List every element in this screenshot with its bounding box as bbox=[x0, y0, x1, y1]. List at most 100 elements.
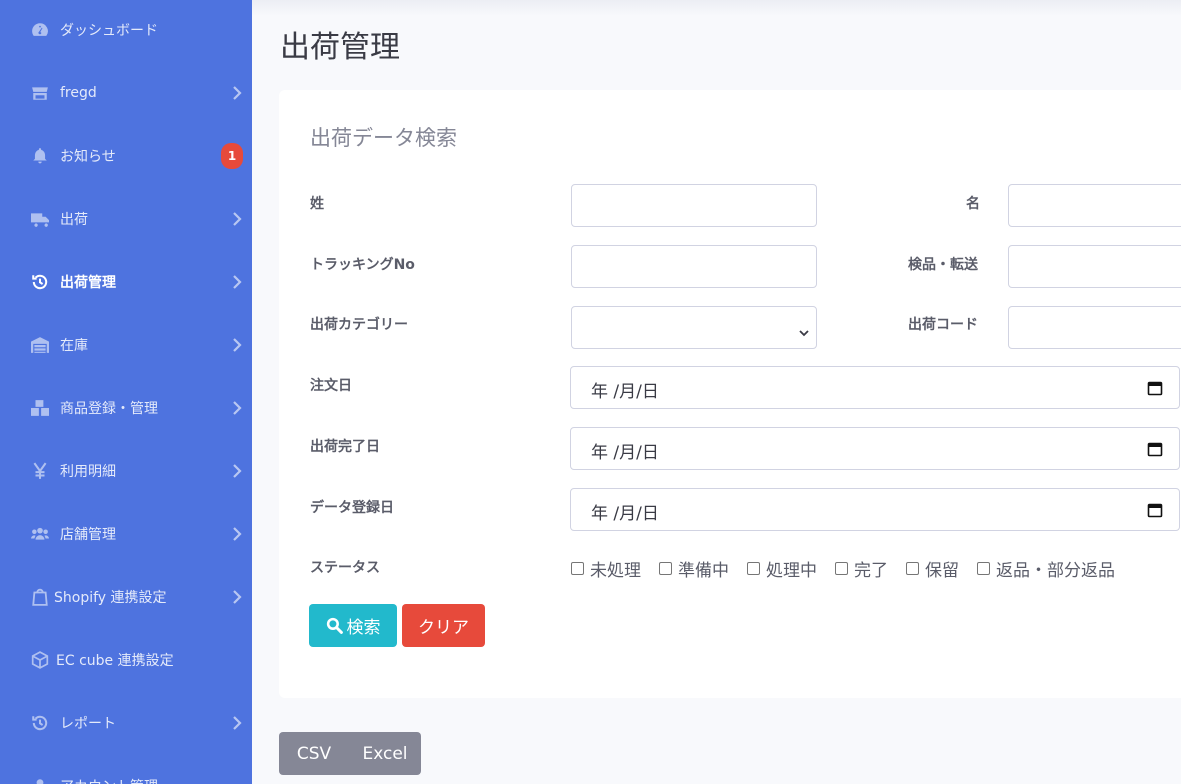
sidebar-item-inventory[interactable]: 在庫 bbox=[0, 325, 252, 365]
search-button-label: 検索 bbox=[346, 618, 381, 638]
calendar-icon[interactable] bbox=[1147, 380, 1163, 396]
sidebar-item-stores[interactable]: 店舗管理 bbox=[0, 514, 252, 554]
status-checkboxes: 未処理 準備中 処理中 完了 保留 返品・部分返品 bbox=[571, 556, 1133, 581]
chevron-right-icon bbox=[232, 275, 242, 289]
chevron-right-icon bbox=[232, 338, 242, 352]
status-option-label: 処理中 bbox=[766, 561, 817, 581]
users-icon bbox=[31, 525, 49, 543]
calendar-icon[interactable] bbox=[1147, 441, 1163, 457]
last-name-input[interactable] bbox=[571, 184, 817, 227]
clear-button[interactable]: クリア bbox=[402, 604, 485, 647]
status-checkbox[interactable]: 準備中 bbox=[659, 556, 729, 581]
search-icon bbox=[326, 617, 343, 634]
sidebar-item-label: 出荷 bbox=[60, 212, 88, 228]
bell-icon bbox=[31, 147, 49, 165]
chevron-right-icon bbox=[232, 716, 242, 730]
register-date-label: データ登録日 bbox=[310, 500, 394, 516]
sidebar-item-label: 在庫 bbox=[60, 338, 88, 354]
sidebar-item-label: 商品登録・管理 bbox=[60, 401, 158, 417]
checkbox[interactable] bbox=[659, 562, 672, 575]
sidebar-item-shipping-management[interactable]: 出荷管理 bbox=[0, 262, 252, 302]
first-name-input[interactable] bbox=[1008, 184, 1181, 227]
sidebar-item-notices[interactable]: お知らせ 1 bbox=[0, 136, 252, 176]
history-icon bbox=[31, 273, 49, 291]
sidebar-item-label: 出荷管理 bbox=[60, 275, 116, 291]
status-option-label: 返品・部分返品 bbox=[996, 561, 1115, 581]
yen-icon bbox=[31, 462, 49, 480]
status-checkbox[interactable]: 返品・部分返品 bbox=[977, 556, 1115, 581]
dashboard-icon bbox=[31, 21, 49, 39]
sidebar-item-account[interactable]: アカウント管理 bbox=[0, 766, 252, 784]
page-title: 出荷管理 bbox=[280, 30, 400, 65]
inspect-label: 検品・転送 bbox=[908, 257, 978, 273]
checkbox[interactable] bbox=[747, 562, 760, 575]
first-name-label: 名 bbox=[966, 196, 980, 212]
sidebar-item-shopify[interactable]: Shopify 連携設定 bbox=[0, 577, 252, 617]
status-checkbox[interactable]: 保留 bbox=[906, 556, 959, 581]
warehouse-icon bbox=[31, 336, 49, 354]
ship-done-date-label: 出荷完了日 bbox=[310, 439, 380, 455]
inspect-input[interactable] bbox=[1008, 245, 1181, 288]
sidebar-item-report[interactable]: レポート bbox=[0, 703, 252, 743]
checkbox[interactable] bbox=[906, 562, 919, 575]
sidebar-item-dashboard[interactable]: ダッシュボード bbox=[0, 10, 252, 50]
card-title: 出荷データ検索 bbox=[310, 126, 457, 150]
status-option-label: 未処理 bbox=[590, 561, 641, 581]
status-option-label: 保留 bbox=[925, 561, 959, 581]
topbar-shadow bbox=[252, 0, 1181, 16]
checkbox[interactable] bbox=[977, 562, 990, 575]
sidebar-item-label: EC cube 連携設定 bbox=[56, 653, 174, 669]
ship-code-input[interactable] bbox=[1008, 306, 1181, 349]
sidebar-item-label: ダッシュボード bbox=[60, 23, 158, 39]
ship-done-date-input[interactable]: 年 /月/日 bbox=[570, 427, 1180, 470]
chevron-right-icon bbox=[232, 527, 242, 541]
last-name-label: 姓 bbox=[310, 196, 324, 212]
calendar-icon[interactable] bbox=[1147, 502, 1163, 518]
sidebar-item-shipping[interactable]: 出荷 bbox=[0, 199, 252, 239]
status-checkbox[interactable]: 未処理 bbox=[571, 556, 641, 581]
sidebar-item-billing[interactable]: 利用明細 bbox=[0, 451, 252, 491]
csv-export-button[interactable]: CSV bbox=[279, 732, 349, 775]
chevron-right-icon bbox=[232, 464, 242, 478]
status-option-label: 完了 bbox=[854, 561, 888, 581]
user-icon bbox=[31, 777, 49, 784]
category-label: 出荷カテゴリー bbox=[310, 317, 408, 333]
order-date-input[interactable]: 年 /月/日 bbox=[570, 366, 1180, 409]
tracking-input[interactable] bbox=[571, 245, 817, 288]
sidebar-item-fregd[interactable]: fregd bbox=[0, 73, 252, 113]
date-placeholder: 年 /月/日 bbox=[591, 443, 659, 463]
date-placeholder: 年 /月/日 bbox=[591, 504, 659, 524]
sidebar-item-label: お知らせ bbox=[60, 149, 116, 165]
sidebar-item-label: アカウント管理 bbox=[60, 776, 158, 784]
date-placeholder: 年 /月/日 bbox=[591, 382, 659, 402]
chevron-right-icon bbox=[232, 212, 242, 226]
boxes-icon bbox=[31, 399, 49, 417]
excel-export-button[interactable]: Excel bbox=[349, 732, 421, 775]
sidebar-item-label: レポート bbox=[60, 716, 116, 732]
sidebar-item-label: 利用明細 bbox=[60, 464, 116, 480]
truck-icon bbox=[31, 210, 49, 228]
order-date-label: 注文日 bbox=[310, 378, 352, 394]
tracking-label: トラッキングNo bbox=[310, 257, 415, 273]
sidebar-item-label: fregd bbox=[60, 85, 97, 101]
status-checkbox[interactable]: 処理中 bbox=[747, 556, 817, 581]
status-checkbox[interactable]: 完了 bbox=[835, 556, 888, 581]
chevron-right-icon bbox=[232, 590, 242, 604]
sidebar-item-label: Shopify 連携設定 bbox=[54, 590, 167, 606]
store-icon bbox=[31, 84, 49, 102]
sidebar-item-products[interactable]: 商品登録・管理 bbox=[0, 388, 252, 428]
register-date-input[interactable]: 年 /月/日 bbox=[570, 488, 1180, 531]
search-card: 出荷データ検索 姓 名 トラッキングNo 検品・転送 出荷カテゴリー 出荷コード… bbox=[279, 90, 1181, 698]
notification-badge: 1 bbox=[221, 143, 243, 169]
status-option-label: 準備中 bbox=[678, 561, 729, 581]
sidebar: ダッシュボード fregd お知らせ 1 出荷 出荷管理 在庫 商品登録・管理 … bbox=[0, 0, 252, 784]
sidebar-item-label: 店舗管理 bbox=[60, 527, 116, 543]
search-button[interactable]: 検索 bbox=[309, 604, 397, 647]
cube-icon bbox=[31, 651, 49, 669]
category-select[interactable] bbox=[571, 306, 817, 349]
chevron-right-icon bbox=[232, 401, 242, 415]
checkbox[interactable] bbox=[571, 562, 584, 575]
checkbox[interactable] bbox=[835, 562, 848, 575]
chevron-right-icon bbox=[232, 86, 242, 100]
sidebar-item-eccube[interactable]: EC cube 連携設定 bbox=[0, 640, 252, 680]
